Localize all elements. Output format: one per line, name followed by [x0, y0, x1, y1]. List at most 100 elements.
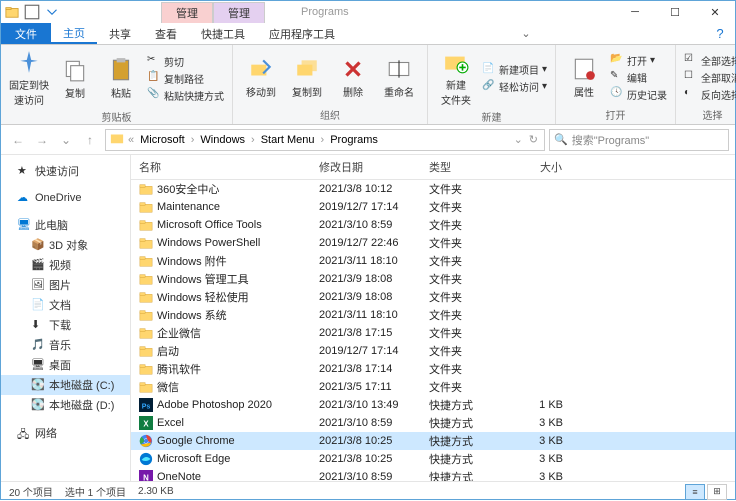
file-date: 2019/12/7 17:14: [311, 201, 421, 213]
pin-icon: [16, 49, 42, 75]
file-row[interactable]: Google Chrome2021/3/8 10:25快捷方式3 KB: [131, 432, 735, 450]
file-row[interactable]: 启动2019/12/7 17:14文件夹: [131, 342, 735, 360]
back-button[interactable]: ←: [7, 129, 29, 151]
file-list[interactable]: 360安全中心2021/3/8 10:12文件夹 Maintenance 2019/…: [131, 180, 735, 481]
select-none-button[interactable]: ☐全部取消: [684, 70, 736, 85]
pin-button[interactable]: 固定到快 速访问: [9, 49, 49, 107]
svg-text:N: N: [143, 474, 149, 482]
breadcrumb-item[interactable]: Windows: [198, 134, 247, 146]
sidebar-videos[interactable]: 🎬视频: [1, 255, 130, 275]
folder-icon: [139, 380, 153, 394]
recent-button[interactable]: ⌄: [55, 129, 77, 151]
file-row[interactable]: XExcel2021/3/10 8:59快捷方式3 KB: [131, 414, 735, 432]
up-button[interactable]: ↑: [79, 129, 101, 151]
sidebar-onedrive[interactable]: ☁OneDrive: [1, 189, 130, 207]
copy-icon: [62, 57, 88, 83]
qat-dropdown-icon[interactable]: [43, 3, 61, 21]
breadcrumb-item[interactable]: Start Menu: [259, 134, 317, 146]
sidebar-documents[interactable]: 📄文档: [1, 295, 130, 315]
history-button[interactable]: 🕓历史记录: [610, 87, 667, 102]
copy-to-button[interactable]: 复制到: [287, 49, 327, 105]
edit-button[interactable]: ✎编辑: [610, 70, 667, 85]
sidebar-music[interactable]: 🎵音乐: [1, 335, 130, 355]
breadcrumb-item[interactable]: Microsoft: [138, 134, 187, 146]
close-button[interactable]: ✕: [695, 1, 735, 23]
details-view-button[interactable]: ≡: [685, 484, 705, 500]
file-row[interactable]: Windows 轻松使用2021/3/9 18:08文件夹: [131, 288, 735, 306]
qat-properties-icon[interactable]: [23, 3, 41, 21]
minimize-button[interactable]: ─: [615, 1, 655, 23]
file-row[interactable]: PsAdobe Photoshop 20202021/3/10 13:49快捷方…: [131, 396, 735, 414]
new-item-button[interactable]: 📄新建项目 ▾: [482, 62, 547, 77]
context-tab-app[interactable]: 管理: [213, 2, 265, 23]
file-row[interactable]: Maintenance2019/12/7 17:14文件夹: [131, 198, 735, 216]
sidebar: ★快速访问 ☁OneDrive 🖥此电脑 📦3D 对象 🎬视频 🖼图片 📄文档 …: [1, 155, 131, 481]
edit-icon: ✎: [610, 70, 624, 84]
rename-button[interactable]: 重命名: [379, 49, 419, 105]
context-tab-shortcut[interactable]: 管理: [161, 2, 213, 23]
new-folder-button[interactable]: 新建 文件夹: [436, 49, 476, 107]
refresh-icon[interactable]: ↻: [527, 133, 540, 146]
col-date[interactable]: 修改日期: [311, 155, 421, 179]
file-row[interactable]: 360安全中心2021/3/8 10:12文件夹: [131, 180, 735, 198]
paste-shortcut-button[interactable]: 📎粘贴快捷方式: [147, 88, 224, 103]
file-row[interactable]: Microsoft Edge2021/3/8 10:25快捷方式3 KB: [131, 450, 735, 468]
file-date: 2021/3/11 18:10: [311, 309, 421, 321]
rename-icon: [386, 56, 412, 82]
file-row[interactable]: 腾讯软件2021/3/8 17:14文件夹: [131, 360, 735, 378]
file-row[interactable]: Microsoft Office Tools2021/3/10 8:59文件夹: [131, 216, 735, 234]
maximize-button[interactable]: ☐: [655, 1, 695, 23]
easy-access-button[interactable]: 🔗轻松访问 ▾: [482, 79, 547, 94]
file-name: Maintenance: [157, 201, 220, 213]
copy-path-button[interactable]: 📋复制路径: [147, 71, 224, 86]
col-type[interactable]: 类型: [421, 155, 511, 179]
file-row[interactable]: Windows 管理工具2021/3/9 18:08文件夹: [131, 270, 735, 288]
forward-button[interactable]: →: [31, 129, 53, 151]
shortcut-tools-tab[interactable]: 快捷工具: [189, 23, 257, 44]
ribbon-toggle-button[interactable]: ⌄: [509, 23, 542, 44]
open-button[interactable]: 📂打开 ▾: [610, 53, 667, 68]
item-count: 20 个项目: [9, 484, 53, 499]
properties-button[interactable]: 属性: [564, 49, 604, 105]
statusbar: 20 个项目 选中 1 个项目 2.30 KB ≡ ⊞: [1, 481, 735, 501]
sidebar-quick-access[interactable]: ★快速访问: [1, 161, 130, 181]
sidebar-pictures[interactable]: 🖼图片: [1, 275, 130, 295]
file-row[interactable]: 企业微信2021/3/8 17:15文件夹: [131, 324, 735, 342]
view-tab[interactable]: 查看: [143, 23, 189, 44]
dropdown-icon[interactable]: ⌄: [512, 133, 525, 146]
breadcrumb[interactable]: « Microsoft › Windows › Start Menu › Pro…: [105, 129, 545, 151]
file-row[interactable]: NOneNote2021/3/10 8:59快捷方式3 KB: [131, 468, 735, 481]
col-size[interactable]: 大小: [511, 155, 571, 179]
breadcrumb-item[interactable]: Programs: [328, 134, 380, 146]
sidebar-downloads[interactable]: ⬇下载: [1, 315, 130, 335]
delete-button[interactable]: 删除: [333, 49, 373, 105]
file-row[interactable]: Windows PowerShell2019/12/7 22:46文件夹: [131, 234, 735, 252]
icons-view-button[interactable]: ⊞: [707, 484, 727, 500]
invert-selection-button[interactable]: ◐反向选择: [684, 87, 736, 102]
share-tab[interactable]: 共享: [97, 23, 143, 44]
select-all-button[interactable]: ☑全部选择: [684, 53, 736, 68]
history-icon: 🕓: [610, 87, 624, 101]
file-tab[interactable]: 文件: [1, 23, 51, 44]
copy-button[interactable]: 复制: [55, 49, 95, 107]
home-tab[interactable]: 主页: [51, 23, 97, 44]
app-tools-tab[interactable]: 应用程序工具: [257, 23, 347, 44]
move-to-button[interactable]: 移动到: [241, 49, 281, 105]
file-row[interactable]: Windows 系统2021/3/11 18:10文件夹: [131, 306, 735, 324]
cut-button[interactable]: ✂剪切: [147, 54, 224, 69]
file-name: Google Chrome: [157, 435, 235, 447]
sidebar-desktop[interactable]: 🖥桌面: [1, 355, 130, 375]
file-name: 企业微信: [157, 325, 201, 341]
paste-button[interactable]: 粘贴: [101, 49, 141, 107]
sidebar-this-pc[interactable]: 🖥此电脑: [1, 215, 130, 235]
col-name[interactable]: 名称: [131, 155, 311, 179]
help-icon[interactable]: ?: [705, 23, 735, 44]
file-date: 2021/3/8 10:25: [311, 435, 421, 447]
sidebar-network[interactable]: 🖧网络: [1, 423, 130, 443]
file-row[interactable]: 微信2021/3/5 17:11文件夹: [131, 378, 735, 396]
sidebar-3d-objects[interactable]: 📦3D 对象: [1, 235, 130, 255]
sidebar-disk-d[interactable]: 💽本地磁盘 (D:): [1, 395, 130, 415]
file-row[interactable]: Windows 附件2021/3/11 18:10文件夹: [131, 252, 735, 270]
search-box[interactable]: 🔍 搜索"Programs": [549, 129, 729, 151]
sidebar-disk-c[interactable]: 💽本地磁盘 (C:): [1, 375, 130, 395]
